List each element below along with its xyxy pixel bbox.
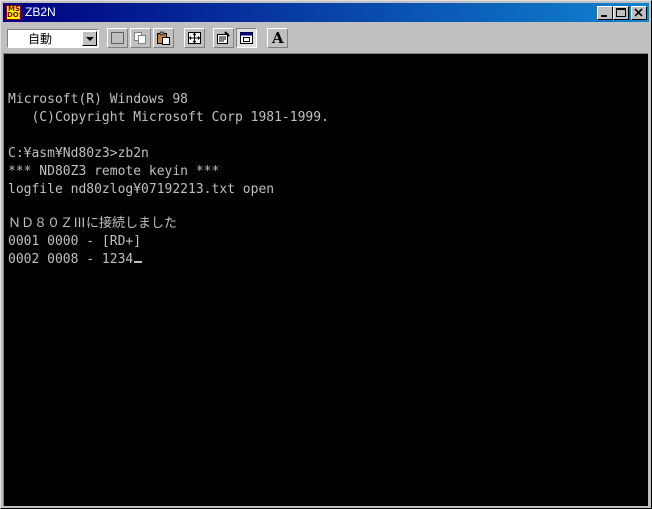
console-line: *** ND80Z3 remote keyin *** — [8, 164, 220, 179]
maximize-icon — [616, 8, 626, 17]
paste-button[interactable] — [153, 28, 174, 48]
icon-text-bottom: DOS — [7, 11, 24, 19]
background-icon — [240, 32, 253, 44]
console-line: 0002 0008 - 1234 — [8, 252, 134, 267]
fullscreen-button[interactable] — [184, 28, 205, 48]
console-line: (C)Copyright Microsoft Corp 1981-1999. — [8, 110, 329, 125]
minimize-button[interactable] — [597, 6, 613, 20]
font-size-dropdown[interactable]: 自動 — [7, 29, 99, 48]
paste-icon — [157, 31, 170, 45]
console-prompt-line[interactable]: 0002 0008 - 1234 — [8, 252, 143, 268]
console-line: Microsoft(R) Windows 98 — [8, 92, 189, 107]
console-output[interactable]: Microsoft(R) Windows 98 (C)Copyright Mic… — [3, 53, 648, 506]
console-line: 0001 0000 - [RD+] — [8, 234, 142, 249]
console-line: ＮＤ８０ＺⅢに接続しました — [8, 216, 178, 231]
copy-icon — [134, 32, 146, 44]
copy-button[interactable] — [130, 28, 151, 48]
close-icon — [634, 8, 643, 17]
close-button[interactable] — [631, 6, 647, 20]
mark-button[interactable] — [107, 28, 128, 48]
msdos-window: MS DOS ZB2N 自動 A Microsoft(R) Windows 98… — [0, 0, 652, 509]
font-button[interactable]: A — [267, 28, 288, 48]
window-title: ZB2N — [25, 5, 56, 19]
properties-icon — [217, 31, 230, 44]
title-bar[interactable]: MS DOS ZB2N — [3, 3, 649, 22]
console-line: logfile nd80zlog¥07192213.txt open — [8, 182, 275, 197]
font-size-value: 自動 — [28, 32, 53, 46]
maximize-button[interactable] — [613, 6, 629, 20]
console-line: C:¥asm¥Nd80z3>zb2n — [8, 146, 149, 161]
dropdown-arrow-button[interactable] — [82, 31, 97, 46]
toolbar: 自動 A — [3, 24, 649, 52]
fullscreen-icon — [188, 32, 201, 44]
background-button[interactable] — [236, 28, 257, 48]
minimize-icon — [601, 15, 607, 17]
text-cursor — [134, 261, 143, 263]
properties-button[interactable] — [213, 28, 234, 48]
msdos-icon[interactable]: MS DOS — [6, 5, 24, 20]
mark-icon — [111, 32, 124, 44]
font-button-label: A — [272, 29, 284, 47]
